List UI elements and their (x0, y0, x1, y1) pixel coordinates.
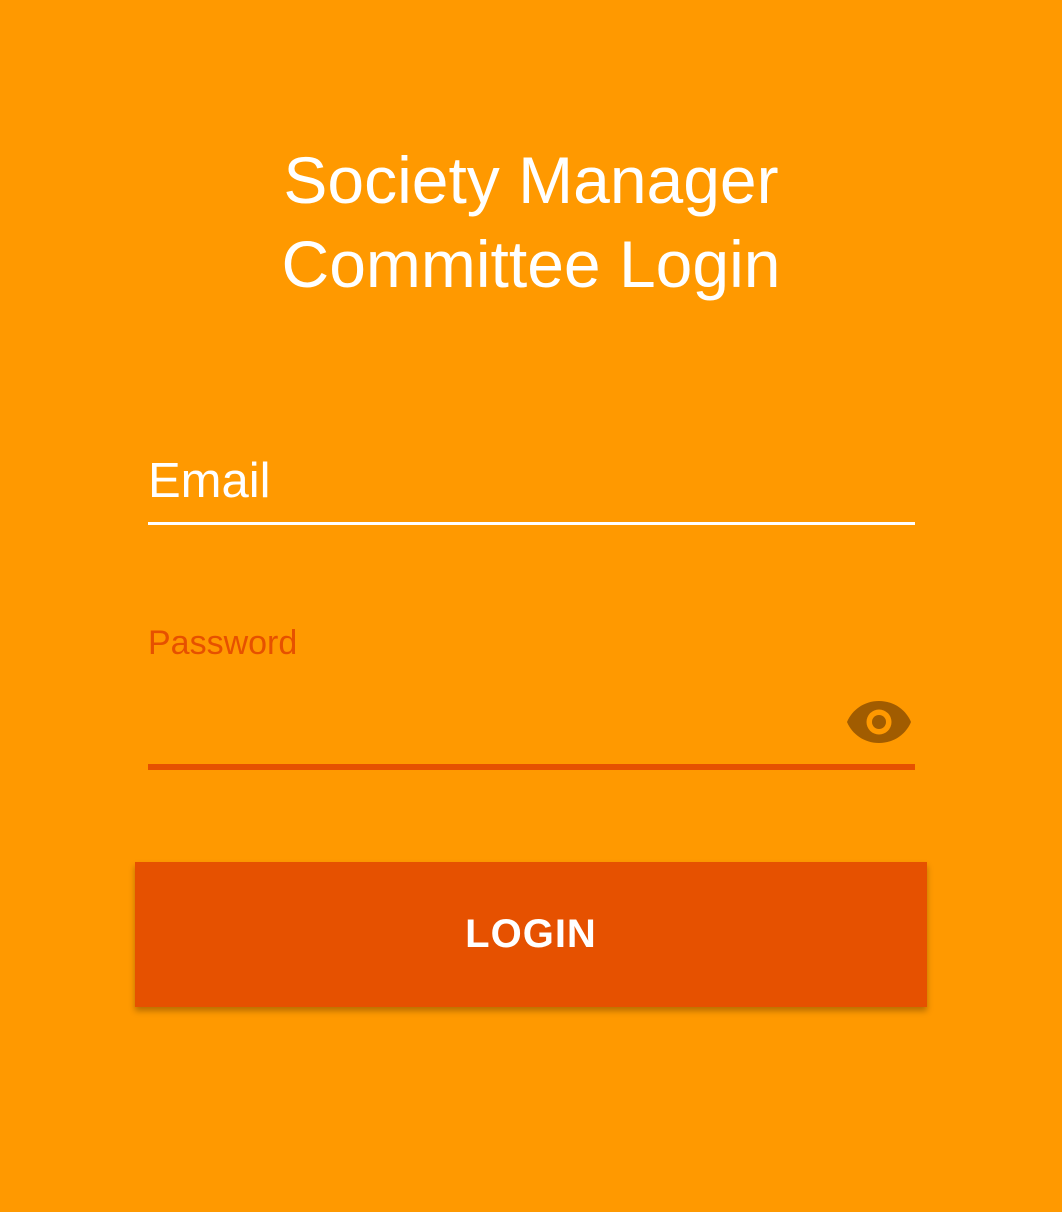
title-line-1: Society Manager (283, 143, 779, 217)
email-field (148, 440, 915, 526)
password-label: Password (148, 624, 298, 662)
title-line-2: Committee Login (281, 227, 781, 301)
login-screen: Society Manager Committee Login Password… (0, 0, 1062, 1212)
password-input[interactable] (148, 687, 828, 757)
page-title: Society Manager Committee Login (0, 138, 1062, 306)
email-input[interactable] (148, 440, 915, 522)
email-underline (148, 522, 915, 525)
password-underline (148, 764, 915, 770)
eye-icon-graphic (847, 701, 911, 743)
login-button[interactable]: LOGIN (135, 862, 927, 1007)
password-field: Password (148, 615, 915, 771)
eye-icon[interactable] (844, 695, 914, 749)
